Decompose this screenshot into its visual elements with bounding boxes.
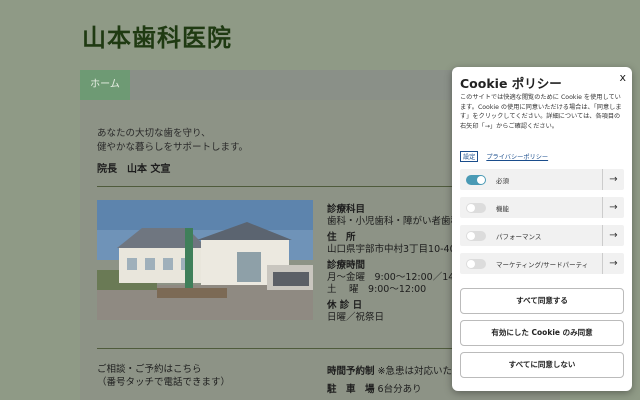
category-label: 必須 — [496, 177, 509, 185]
director-name: 院長 山本 文宣 — [97, 164, 171, 175]
cookie-category-performance: パフォーマンス → — [460, 225, 624, 246]
performance-toggle[interactable] — [466, 231, 486, 241]
cookie-category-functional: 機能 → — [460, 197, 624, 218]
privacy-policy-link[interactable]: プライバシーポリシー — [486, 154, 548, 161]
intro-line-2: 健やかな暮らしをサポートします。 — [97, 142, 249, 153]
category-label: マーケティング/サードパーティ — [496, 261, 589, 269]
toggle-knob — [467, 260, 475, 268]
arrow-right-icon[interactable]: → — [602, 225, 624, 246]
intro-line-1: あなたの大切な歯を守り、 — [97, 128, 211, 139]
cookie-description: このサイトでは快適な閲覧のために Cookie を使用しています。Cookie … — [460, 94, 622, 130]
cookie-title: Cookie ポリシー — [460, 76, 562, 91]
bottom-info: 時間予約制 ※急患は対応いた 駐 車 場 6台分あり — [327, 363, 452, 399]
accept-selected-button[interactable]: 有効にした Cookie のみ同意 — [460, 320, 624, 346]
hours-weekday: 月～金曜 9:00～12:00／14:0 — [327, 272, 464, 283]
arrow-right-icon[interactable]: → — [602, 197, 624, 218]
address-label: 住 所 — [327, 232, 356, 243]
category-label: 機能 — [496, 205, 509, 213]
functional-toggle[interactable] — [466, 203, 486, 213]
clinic-photo — [97, 200, 313, 320]
toggle-knob — [477, 176, 485, 184]
accept-all-button[interactable]: すべて同意する — [460, 288, 624, 314]
clinic-info: 診療科目 歯科・小児歯科・障がい者歯科 住 所 山口県宇部市中村3丁目10-40… — [327, 200, 464, 324]
address-value: 山口県宇部市中村3丁目10-40 — [327, 244, 456, 255]
arrow-right-icon[interactable]: → — [602, 169, 624, 190]
departments-label: 診療科目 — [327, 204, 366, 215]
toggle-knob — [467, 232, 475, 240]
intro-text: あなたの大切な歯を守り、 健やかな暮らしをサポートします。 — [97, 127, 248, 155]
site-title[interactable]: 山本歯科医院 — [82, 18, 232, 53]
cookie-links: 設定 プライバシーポリシー — [460, 151, 548, 162]
toggle-knob — [467, 204, 475, 212]
closed-value: 日曜／祝祭日 — [327, 312, 385, 323]
cookie-category-required: 必須 → — [460, 169, 624, 190]
settings-link[interactable]: 設定 — [460, 151, 479, 162]
contact-line-1: ご相談・ご予約はこちら — [97, 364, 202, 375]
reject-all-button[interactable]: すべてに同意しない — [460, 352, 624, 378]
parking-value: 6台分あり — [377, 384, 422, 395]
parking-label: 駐 車 場 — [327, 384, 375, 395]
nav-home-tab[interactable]: ホーム — [80, 70, 130, 100]
cookie-dialog: Cookie ポリシー x このサイトでは快適な閲覧のために Cookie を使… — [452, 67, 632, 391]
reservation-label: 時間予約制 — [327, 366, 375, 377]
marketing-toggle[interactable] — [466, 259, 486, 269]
hours-label: 診療時間 — [327, 260, 366, 271]
arrow-right-icon[interactable]: → — [602, 253, 624, 274]
close-icon[interactable]: x — [619, 71, 626, 84]
category-label: パフォーマンス — [496, 233, 542, 241]
required-toggle[interactable] — [466, 175, 486, 185]
contact-text: ご相談・ご予約はこちら （番号タッチで電話できます） — [97, 363, 230, 389]
cookie-category-marketing: マーケティング/サードパーティ → — [460, 253, 624, 274]
reservation-note: ※急患は対応いた — [377, 366, 453, 377]
divider — [97, 186, 457, 187]
divider — [97, 348, 457, 349]
departments-value: 歯科・小児歯科・障がい者歯科 — [327, 216, 461, 227]
hours-saturday: 土 曜 9:00～12:00 — [327, 284, 427, 295]
contact-line-2: （番号タッチで電話できます） — [97, 377, 231, 388]
closed-label: 休 診 日 — [327, 300, 363, 311]
